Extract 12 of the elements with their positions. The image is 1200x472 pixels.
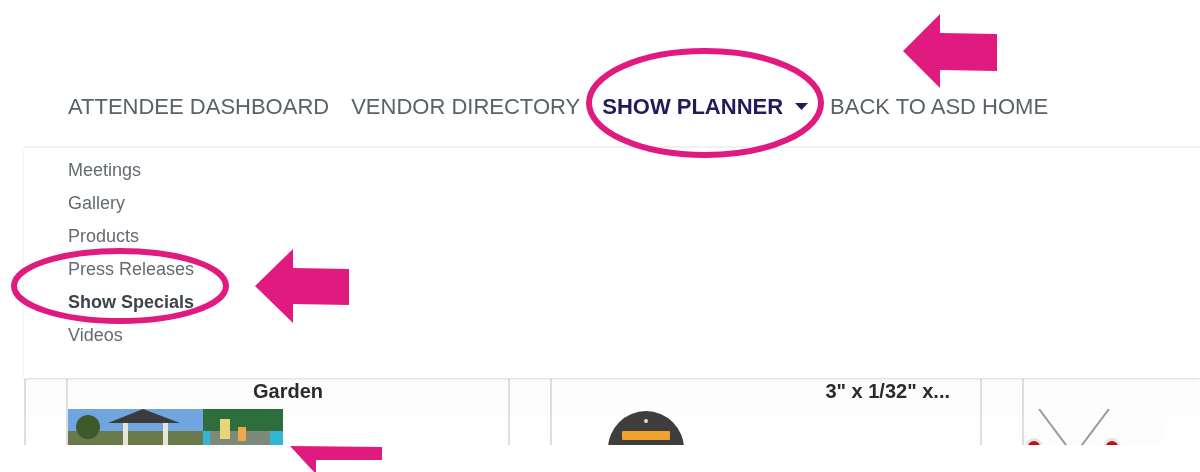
menu-item[interactable]: Press Releases <box>68 257 195 282</box>
product-title[interactable]: Garden <box>253 379 323 403</box>
menu-item[interactable]: Meetings <box>68 158 142 183</box>
menu-item[interactable]: Gallery <box>68 191 125 216</box>
nav-link[interactable]: ATTENDEE DASHBOARD <box>68 90 330 123</box>
nav-link[interactable]: BACK TO ASD HOME <box>830 90 1049 123</box>
menu-item[interactable]: Show Specials <box>68 290 195 315</box>
menu-item[interactable]: Products <box>68 224 140 249</box>
menu-item[interactable]: Videos <box>68 323 123 348</box>
product-title[interactable]: 3" x 1/32" x... <box>825 379 950 403</box>
nav-link[interactable]: VENDOR DIRECTORY <box>351 90 581 123</box>
nav-link[interactable]: SHOW PLANNER <box>602 90 809 123</box>
